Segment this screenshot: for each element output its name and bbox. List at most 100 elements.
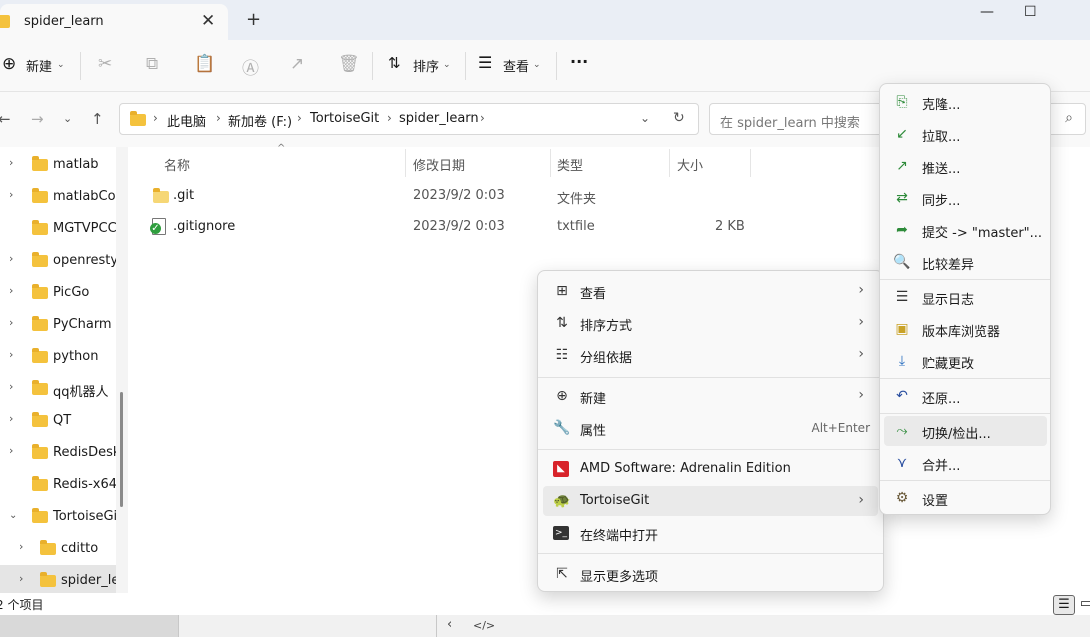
tab-spider-learn[interactable]: spider_learn ✕ <box>0 4 228 40</box>
chevron-right-icon[interactable]: › <box>9 252 13 265</box>
repo-browser-icon: ▣ <box>895 321 909 337</box>
nav-item-matlabcod[interactable]: › matlabCod <box>0 181 124 211</box>
breadcrumb-spider-learn[interactable]: spider_learn <box>399 111 479 126</box>
rename-icon[interactable]: Ⓐ <box>242 54 259 79</box>
nav-item-pycharm[interactable]: › PyCharm <box>0 309 120 339</box>
nav-item-label: RedisDesk <box>53 445 121 460</box>
minimize-button[interactable]: — <box>980 4 994 20</box>
menu-item-properties[interactable]: 🔧 属性 Alt+Enter <box>543 413 878 443</box>
nav-item-mgtvpcc[interactable]: MGTVPCC <box>0 213 120 243</box>
file-row[interactable]: .gitignore 2023/9/2 0:03 txtfile 2 KB <box>148 212 848 242</box>
paste-icon[interactable]: 📋 <box>194 54 215 74</box>
menu-item-tortoisegit[interactable]: 🐢 TortoiseGit › <box>543 486 878 516</box>
menu-item-new[interactable]: ⊕ 新建 › <box>543 381 878 411</box>
chevron-left-icon[interactable]: ‹ <box>447 617 452 632</box>
submenu-item-commit[interactable]: ➦ 提交 -> "master"... <box>884 215 1047 245</box>
breadcrumb-this-pc[interactable]: 此电脑 <box>167 111 206 130</box>
copy-icon[interactable]: ⧉ <box>146 54 158 74</box>
menu-item-open-in-terminal[interactable]: >_ 在终端中打开 <box>543 518 878 548</box>
breadcrumb-tortoisegit[interactable]: TortoiseGit <box>310 111 379 126</box>
nav-item-qq[interactable]: › qq机器人 <box>0 373 120 403</box>
chevron-right-icon[interactable]: › <box>9 348 13 361</box>
forward-arrow-icon[interactable]: → <box>31 110 44 128</box>
folder-icon <box>32 380 48 395</box>
submenu-item-push[interactable]: ↗ 推送... <box>884 151 1047 181</box>
nav-item-tortoisegit[interactable]: ⌄ TortoiseGi <box>0 501 120 531</box>
bottom-strip: ‹ </> <box>0 615 1090 637</box>
nav-item-openresty[interactable]: › openresty <box>0 245 120 275</box>
view-button[interactable]: 查看 <box>503 56 529 75</box>
submenu-item-sync[interactable]: ⇄ 同步... <box>884 183 1047 213</box>
up-arrow-icon[interactable]: ↑ <box>91 110 104 128</box>
scrollbar-thumb[interactable] <box>120 392 123 507</box>
address-bar[interactable]: › 此电脑 › 新加卷 (F:) › TortoiseGit › spider_… <box>119 103 699 135</box>
delete-icon[interactable]: 🗑 <box>338 54 360 74</box>
chevron-right-icon[interactable]: › <box>9 188 13 201</box>
cut-icon[interactable]: ✂ <box>98 54 112 74</box>
column-divider[interactable] <box>669 149 670 177</box>
submenu-item-stash[interactable]: ⤓ 贮藏更改 <box>884 346 1047 376</box>
submenu-item-clone[interactable]: ⎘ 克隆... <box>884 87 1047 117</box>
menu-item-amd-software[interactable]: ◣ AMD Software: Adrenalin Edition <box>543 454 878 484</box>
details-view-icon[interactable]: ☰ <box>1053 595 1075 615</box>
submenu-item-switch-checkout[interactable]: ⤳ 切换/检出... <box>884 416 1047 446</box>
recent-locations-icon[interactable]: ⌄ <box>63 112 72 125</box>
column-header-date[interactable]: 修改日期 <box>413 155 465 174</box>
refresh-icon[interactable]: ↻ <box>673 110 685 126</box>
back-arrow-icon[interactable]: ← <box>0 110 11 128</box>
nav-item-spider-learn[interactable]: › spider_le <box>0 565 120 593</box>
divider <box>465 52 466 80</box>
submenu-item-pull[interactable]: ↙ 拉取... <box>884 119 1047 149</box>
submenu-item-revert[interactable]: ↶ 还原... <box>884 381 1047 411</box>
address-dropdown-icon[interactable]: ⌄ <box>640 111 650 125</box>
column-divider[interactable] <box>405 149 406 177</box>
breadcrumb-drive[interactable]: 新加卷 (F:) <box>228 111 292 130</box>
menu-item-sort-by[interactable]: ⇅ 排序方式 › <box>543 308 878 338</box>
share-icon[interactable]: ↗ <box>290 54 304 74</box>
chevron-right-icon[interactable]: › <box>9 412 13 425</box>
submenu-item-repo-browser[interactable]: ▣ 版本库浏览器 <box>884 314 1047 344</box>
code-icon[interactable]: </> <box>473 619 495 632</box>
chevron-right-icon[interactable]: › <box>9 156 13 169</box>
chevron-right-icon[interactable]: › <box>9 316 13 329</box>
new-tab-button[interactable]: + <box>246 9 261 30</box>
menu-item-show-more-options[interactable]: ⇱ 显示更多选项 <box>543 559 878 589</box>
nav-item-label: Redis-x64- <box>53 477 122 492</box>
nav-item-cditto[interactable]: › cditto <box>0 533 120 563</box>
nav-item-python[interactable]: › python <box>0 341 120 371</box>
magnifier-icon: 🔍 <box>893 254 911 270</box>
nav-scrollbar[interactable] <box>116 147 128 593</box>
menu-item-view[interactable]: ⊞ 查看 › <box>543 276 878 306</box>
new-button[interactable]: 新建 <box>26 56 52 75</box>
menu-item-group-by[interactable]: ☷ 分组依据 › <box>543 340 878 370</box>
column-header-size[interactable]: 大小 <box>677 155 703 174</box>
file-row[interactable]: .git 2023/9/2 0:03 文件夹 <box>148 181 848 211</box>
maximize-button[interactable]: ☐ <box>1024 4 1037 20</box>
submenu-item-merge[interactable]: ⋎ 合并... <box>884 448 1047 478</box>
chevron-right-icon[interactable]: › <box>9 380 13 393</box>
chevron-right-icon[interactable]: › <box>9 444 13 457</box>
nav-item-redisdesk[interactable]: › RedisDesk <box>0 437 120 467</box>
submenu-item-show-log[interactable]: ☰ 显示日志 <box>884 282 1047 312</box>
chevron-right-icon[interactable]: › <box>9 284 13 297</box>
more-options-button[interactable]: ··· <box>570 52 588 71</box>
chevron-right-icon[interactable]: › <box>19 572 23 585</box>
folder-icon <box>32 412 48 427</box>
close-tab-icon[interactable]: ✕ <box>201 11 215 31</box>
sort-button[interactable]: 排序 <box>413 56 439 75</box>
chevron-down-icon[interactable]: ⌄ <box>9 510 17 521</box>
submenu-item-diff[interactable]: 🔍 比较差异 <box>884 247 1047 277</box>
search-icon[interactable]: ⌕ <box>1065 110 1073 126</box>
chevron-right-icon: › <box>858 314 864 330</box>
chevron-right-icon[interactable]: › <box>19 540 23 553</box>
nav-item-matlab[interactable]: › matlab <box>0 149 120 179</box>
column-divider[interactable] <box>550 149 551 177</box>
nav-item-qt[interactable]: › QT <box>0 405 120 435</box>
column-header-type[interactable]: 类型 <box>557 155 583 174</box>
column-header-name[interactable]: 名称 <box>164 155 190 174</box>
submenu-item-settings[interactable]: ⚙ 设置 <box>884 483 1047 513</box>
column-divider[interactable] <box>750 149 751 177</box>
tiles-view-icon[interactable]: ▭ <box>1075 595 1090 615</box>
nav-item-redis-x64[interactable]: Redis-x64- <box>0 469 122 499</box>
nav-item-picgo[interactable]: › PicGo <box>0 277 120 307</box>
